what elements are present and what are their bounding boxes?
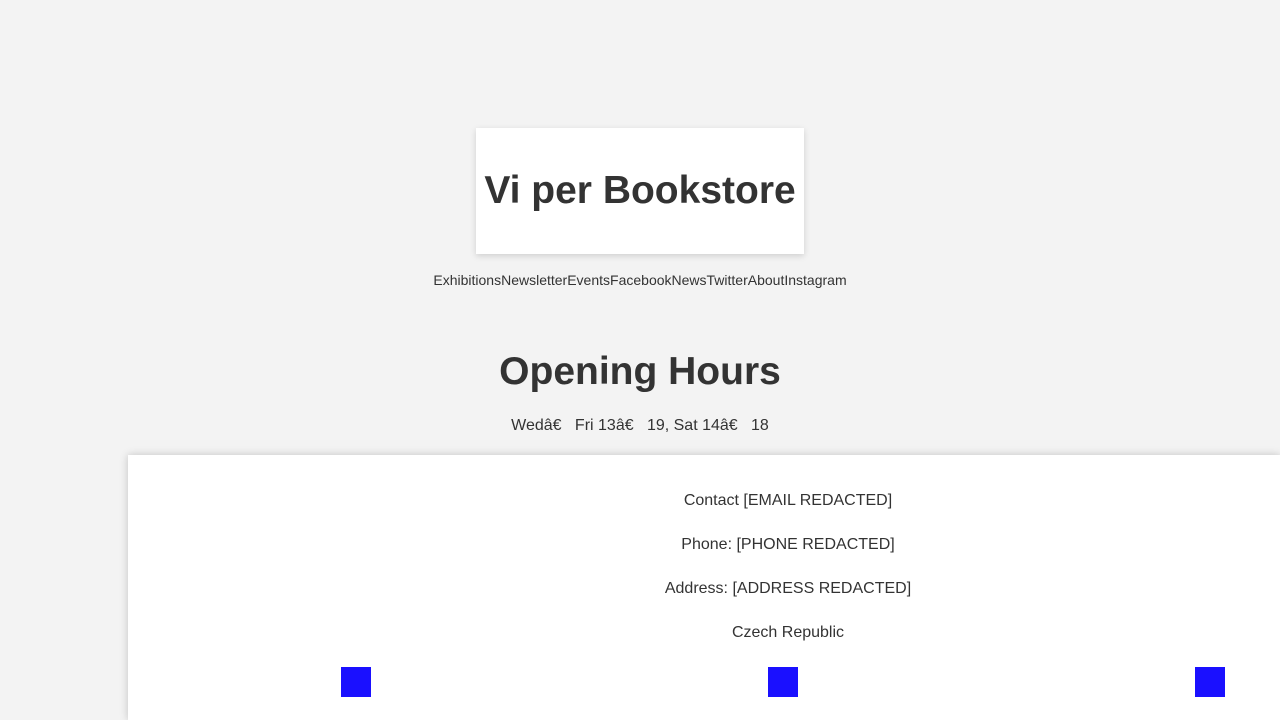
page: Vi per Bookstore Exhibitions Newsletter …	[0, 0, 1280, 720]
opening-hours-heading: Opening Hours	[499, 350, 781, 393]
footer-phone: Phone: [PHONE REDACTED]	[681, 536, 895, 553]
nav-item-twitter[interactable]: Twitter	[707, 272, 748, 288]
nav-item-exhibitions[interactable]: Exhibitions	[433, 272, 501, 288]
footer-country: Czech Republic	[731, 624, 845, 641]
footer-contact-email: Contact [EMAIL REDACTED]	[683, 492, 893, 509]
footer-address: Address: [ADDRESS REDACTED]	[664, 580, 912, 597]
opening-hours-text: Wedâ€ Fri 13â€ 19, Sat 14â€ 18	[511, 417, 769, 434]
footer-panel: Contact [EMAIL REDACTED] Phone: [PHONE R…	[128, 455, 1280, 720]
social-link-icon[interactable]	[768, 667, 798, 697]
social-link-icon[interactable]	[341, 667, 371, 697]
site-title: Vi per Bookstore	[484, 169, 796, 212]
main-nav: Exhibitions Newsletter Events Facebook N…	[0, 272, 1280, 288]
site-title-box: Vi per Bookstore	[476, 128, 804, 254]
nav-item-about[interactable]: About	[748, 272, 785, 288]
nav-item-events[interactable]: Events	[567, 272, 610, 288]
nav-item-newsletter[interactable]: Newsletter	[501, 272, 567, 288]
nav-item-facebook[interactable]: Facebook	[610, 272, 671, 288]
social-link-icon[interactable]	[1195, 667, 1225, 697]
nav-item-instagram[interactable]: Instagram	[784, 272, 846, 288]
nav-item-news[interactable]: News	[672, 272, 707, 288]
